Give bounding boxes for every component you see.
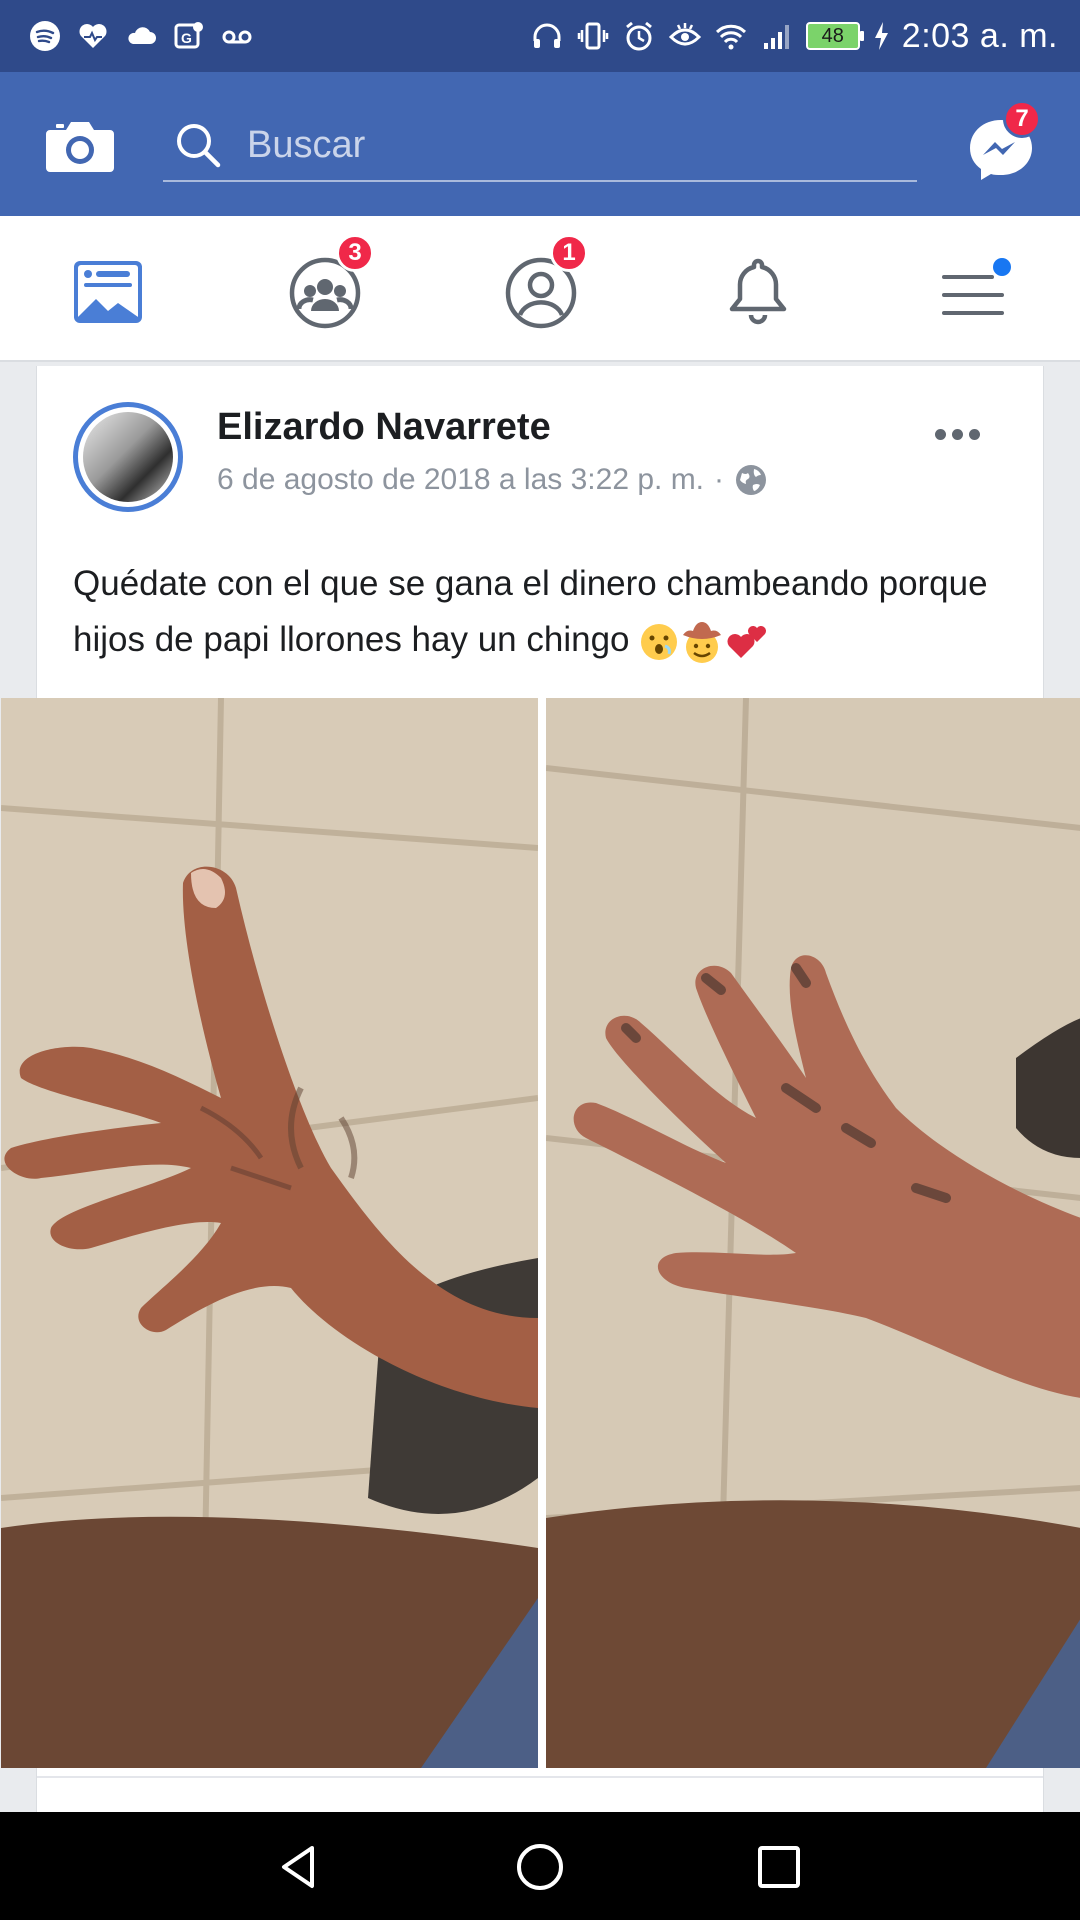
status-bar: G 48 2:03 a. m. [0, 0, 1080, 72]
post-card: Elizardo Navarrete 6 de agosto de 2018 a… [1, 366, 1080, 1812]
post-meta: 6 de agosto de 2018 a las 3:22 p. m. · [217, 463, 768, 497]
tab-bar: 3 1 [0, 216, 1080, 362]
dot [952, 428, 963, 440]
avatar-photo [83, 412, 173, 502]
hand-photo-right [546, 698, 1080, 1768]
post-photos [1, 698, 1080, 1768]
health-heart-icon [79, 24, 107, 48]
bell-icon [729, 258, 787, 325]
dot [935, 428, 946, 440]
post-photo-left[interactable] [1, 698, 538, 1768]
svg-text:G: G [181, 30, 192, 46]
avatar[interactable] [73, 402, 183, 512]
home-icon[interactable] [513, 1840, 567, 1894]
spotify-icon [30, 21, 60, 51]
back-icon[interactable] [272, 1840, 326, 1894]
news-feed: Elizardo Navarrete 6 de agosto de 2018 a… [0, 362, 1080, 1812]
two-hearts-emoji [727, 625, 767, 658]
app-bar: 7 [0, 72, 1080, 216]
search-bar[interactable] [163, 112, 917, 182]
messenger-badge: 7 [1003, 100, 1041, 138]
tab-menu[interactable] [927, 246, 1017, 336]
search-input[interactable] [245, 118, 889, 172]
signal-icon [763, 25, 789, 49]
post-photo-right[interactable] [546, 698, 1080, 1768]
maps-icon: G [174, 22, 203, 49]
alarm-icon [625, 21, 652, 51]
system-nav-bar [0, 1812, 1080, 1920]
dot [969, 428, 980, 440]
globe-icon [736, 465, 767, 495]
voicemail-icon [222, 30, 252, 44]
meta-separator: · [714, 463, 725, 496]
friend-requests-badge: 1 [550, 234, 588, 272]
hamburger-menu-icon [942, 258, 1011, 315]
search-icon [177, 124, 221, 168]
hushed-face-emoji [641, 623, 678, 660]
tab-groups[interactable]: 3 [280, 234, 374, 336]
post-options-button[interactable] [935, 422, 991, 446]
news-feed-icon [74, 261, 142, 323]
post-text: Quédate con el que se gana el dinero cha… [73, 556, 1003, 668]
clock: 2:03 a. m. [901, 16, 1058, 55]
hand-photo-left [1, 698, 538, 1768]
charging-bolt-icon [874, 22, 888, 50]
recents-icon[interactable] [752, 1840, 806, 1894]
groups-badge: 3 [336, 234, 374, 272]
post-timestamp[interactable]: 6 de agosto de 2018 a las 3:22 p. m. [217, 463, 704, 497]
tab-notifications[interactable] [713, 246, 803, 336]
vibrate-icon [577, 22, 609, 50]
post-author[interactable]: Elizardo Navarrete [217, 406, 551, 449]
camera-icon[interactable] [44, 114, 116, 176]
cloud-icon [128, 27, 156, 44]
post-text-body: Quédate con el que se gana el dinero cha… [73, 564, 988, 659]
cowboy-face-emoji [683, 621, 722, 663]
battery-indicator: 48 [805, 22, 864, 50]
headphones-icon [533, 23, 561, 48]
post-divider [37, 1776, 1043, 1778]
tab-friend-requests[interactable]: 1 [496, 234, 588, 336]
wifi-icon [715, 24, 746, 50]
eye-comfort-icon [668, 23, 701, 46]
messenger-button[interactable]: 7 [963, 100, 1041, 184]
tab-news-feed[interactable] [63, 246, 153, 336]
